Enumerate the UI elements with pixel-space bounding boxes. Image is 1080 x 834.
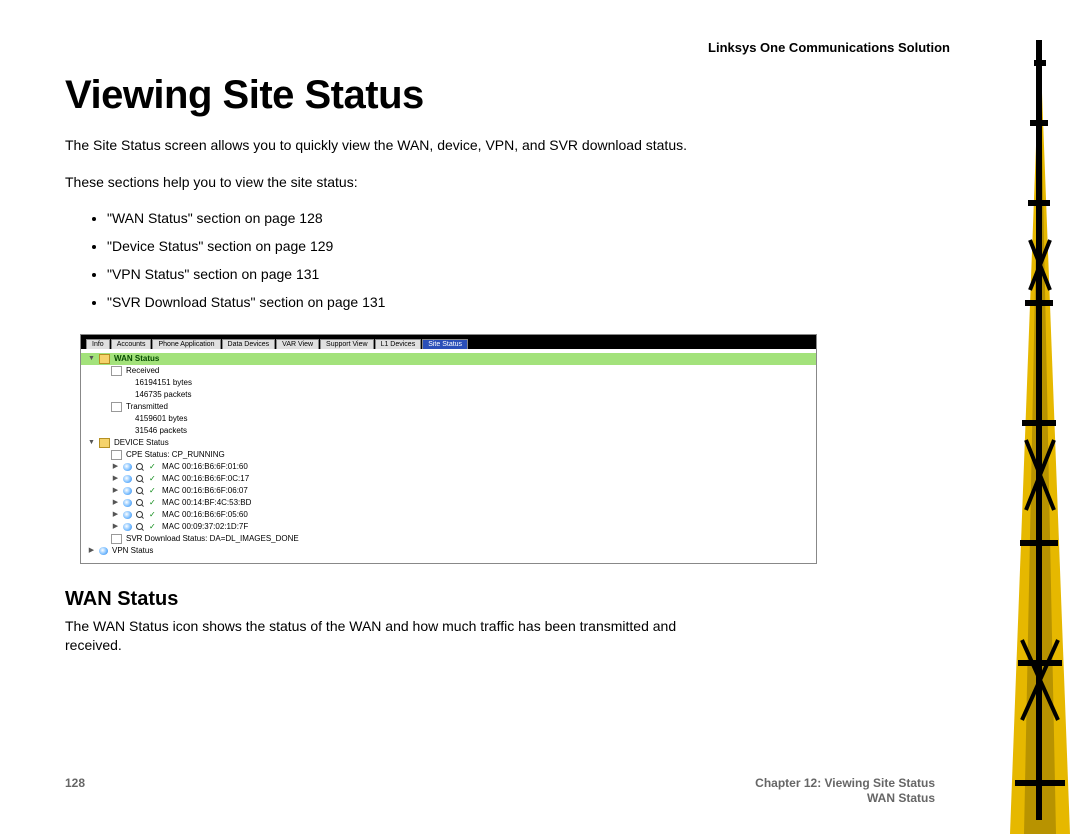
document-header-product: Linksys One Communications Solution — [0, 0, 1080, 63]
check-icon — [149, 463, 158, 471]
tab-support-view[interactable]: Support View — [320, 339, 374, 349]
wan-status-heading: WAN Status — [65, 588, 935, 611]
network-icon — [123, 523, 132, 531]
device-status-node[interactable]: ▼ DEVICE Status — [81, 437, 816, 449]
received-label: Received — [126, 365, 159, 377]
collapse-toggle-icon[interactable]: ▶ — [87, 545, 96, 557]
expand-toggle-icon[interactable]: ▼ — [87, 353, 96, 365]
mac-text: MAC 00:09:37:02:1D:7F — [162, 521, 248, 533]
page-title: Viewing Site Status — [65, 73, 935, 118]
network-icon — [123, 511, 132, 519]
footer-subsection: WAN Status — [867, 791, 935, 805]
network-icon — [123, 487, 132, 495]
search-icon — [136, 487, 145, 495]
check-icon — [149, 523, 158, 531]
tab-phone-application[interactable]: Phone Application — [152, 339, 220, 349]
site-status-screenshot: Info Accounts Phone Application Data Dev… — [80, 334, 817, 564]
mac-text: MAC 00:16:B6:6F:05:60 — [162, 509, 248, 521]
collapse-toggle-icon[interactable]: ▶ — [111, 497, 120, 509]
section-list-item: "WAN Status" section on page 128 — [107, 210, 935, 226]
page-number: 128 — [65, 776, 85, 790]
transmitted-label: Transmitted — [126, 401, 168, 413]
search-icon — [136, 511, 145, 519]
folder-icon — [99, 438, 110, 448]
mac-text: MAC 00:16:B6:6F:01:60 — [162, 461, 248, 473]
network-icon — [123, 499, 132, 507]
transmitted-packets: 31546 packets — [81, 425, 816, 437]
tab-var-view[interactable]: VAR View — [276, 339, 319, 349]
status-tree: ▼ WAN Status Received 16194151 bytes 146… — [81, 349, 816, 563]
svr-download-text: SVR Download Status: DA=DL_IMAGES_DONE — [126, 533, 299, 545]
sections-intro: These sections help you to view the site… — [65, 173, 705, 192]
expand-toggle-icon[interactable]: ▼ — [87, 437, 96, 449]
mac-row[interactable]: ▶ MAC 00:16:B6:6F:01:60 — [81, 461, 816, 473]
section-list-item: "Device Status" section on page 129 — [107, 238, 935, 254]
svr-download-node[interactable]: SVR Download Status: DA=DL_IMAGES_DONE — [81, 533, 816, 545]
check-icon — [149, 487, 158, 495]
transmitted-bytes: 4159601 bytes — [81, 413, 816, 425]
section-list: "WAN Status" section on page 128 "Device… — [107, 210, 935, 310]
collapse-toggle-icon[interactable]: ▶ — [111, 473, 120, 485]
tab-site-status[interactable]: Site Status — [422, 339, 468, 349]
cpe-status-node[interactable]: CPE Status: CP_RUNNING — [81, 449, 816, 461]
collapse-toggle-icon[interactable]: ▶ — [111, 521, 120, 533]
wan-status-label: WAN Status — [114, 353, 159, 365]
mac-text: MAC 00:16:B6:6F:06:07 — [162, 485, 248, 497]
vpn-status-node[interactable]: ▶ VPN Status — [81, 545, 816, 557]
network-icon — [99, 547, 108, 555]
mac-text: MAC 00:16:B6:6F:0C:17 — [162, 473, 249, 485]
page-icon — [111, 366, 122, 376]
mac-row[interactable]: ▶ MAC 00:09:37:02:1D:7F — [81, 521, 816, 533]
footer-chapter: Chapter 12: Viewing Site Status — [755, 776, 935, 790]
mac-row[interactable]: ▶ MAC 00:16:B6:6F:05:60 — [81, 509, 816, 521]
collapse-toggle-icon[interactable]: ▶ — [111, 461, 120, 473]
mac-row[interactable]: ▶ MAC 00:16:B6:6F:06:07 — [81, 485, 816, 497]
tab-accounts[interactable]: Accounts — [111, 339, 152, 349]
network-icon — [123, 463, 132, 471]
page-icon — [111, 402, 122, 412]
collapse-toggle-icon[interactable]: ▶ — [111, 509, 120, 521]
tab-l1-devices[interactable]: L1 Devices — [375, 339, 422, 349]
transmitted-node[interactable]: Transmitted — [81, 401, 816, 413]
device-status-label: DEVICE Status — [114, 437, 169, 449]
mac-row[interactable]: ▶ MAC 00:14:BF:4C:53:BD — [81, 497, 816, 509]
search-icon — [136, 463, 145, 471]
vpn-status-label: VPN Status — [112, 545, 153, 557]
search-icon — [136, 499, 145, 507]
page-icon — [111, 534, 122, 544]
network-icon — [123, 475, 132, 483]
received-node[interactable]: Received — [81, 365, 816, 377]
page-icon — [111, 450, 122, 460]
section-list-item: "SVR Download Status" section on page 13… — [107, 294, 935, 310]
collapse-toggle-icon[interactable]: ▶ — [111, 485, 120, 497]
page-footer: 128 Chapter 12: Viewing Site Status WAN … — [65, 776, 935, 806]
mac-text: MAC 00:14:BF:4C:53:BD — [162, 497, 251, 509]
received-bytes: 16194151 bytes — [81, 377, 816, 389]
received-packets: 146735 packets — [81, 389, 816, 401]
check-icon — [149, 511, 158, 519]
section-list-item: "VPN Status" section on page 131 — [107, 266, 935, 282]
search-icon — [136, 523, 145, 531]
search-icon — [136, 475, 145, 483]
intro-paragraph: The Site Status screen allows you to qui… — [65, 136, 705, 155]
check-icon — [149, 475, 158, 483]
decorative-tower-stripe — [1000, 0, 1080, 834]
wan-status-paragraph: The WAN Status icon shows the status of … — [65, 617, 705, 655]
wan-status-node[interactable]: ▼ WAN Status — [81, 353, 816, 365]
folder-icon — [99, 354, 110, 364]
tab-data-devices[interactable]: Data Devices — [222, 339, 276, 349]
main-content: Viewing Site Status The Site Status scre… — [0, 73, 935, 655]
check-icon — [149, 499, 158, 507]
tab-info[interactable]: Info — [86, 339, 110, 349]
tab-bar: Info Accounts Phone Application Data Dev… — [81, 335, 816, 349]
mac-row[interactable]: ▶ MAC 00:16:B6:6F:0C:17 — [81, 473, 816, 485]
cpe-status-text: CPE Status: CP_RUNNING — [126, 449, 225, 461]
